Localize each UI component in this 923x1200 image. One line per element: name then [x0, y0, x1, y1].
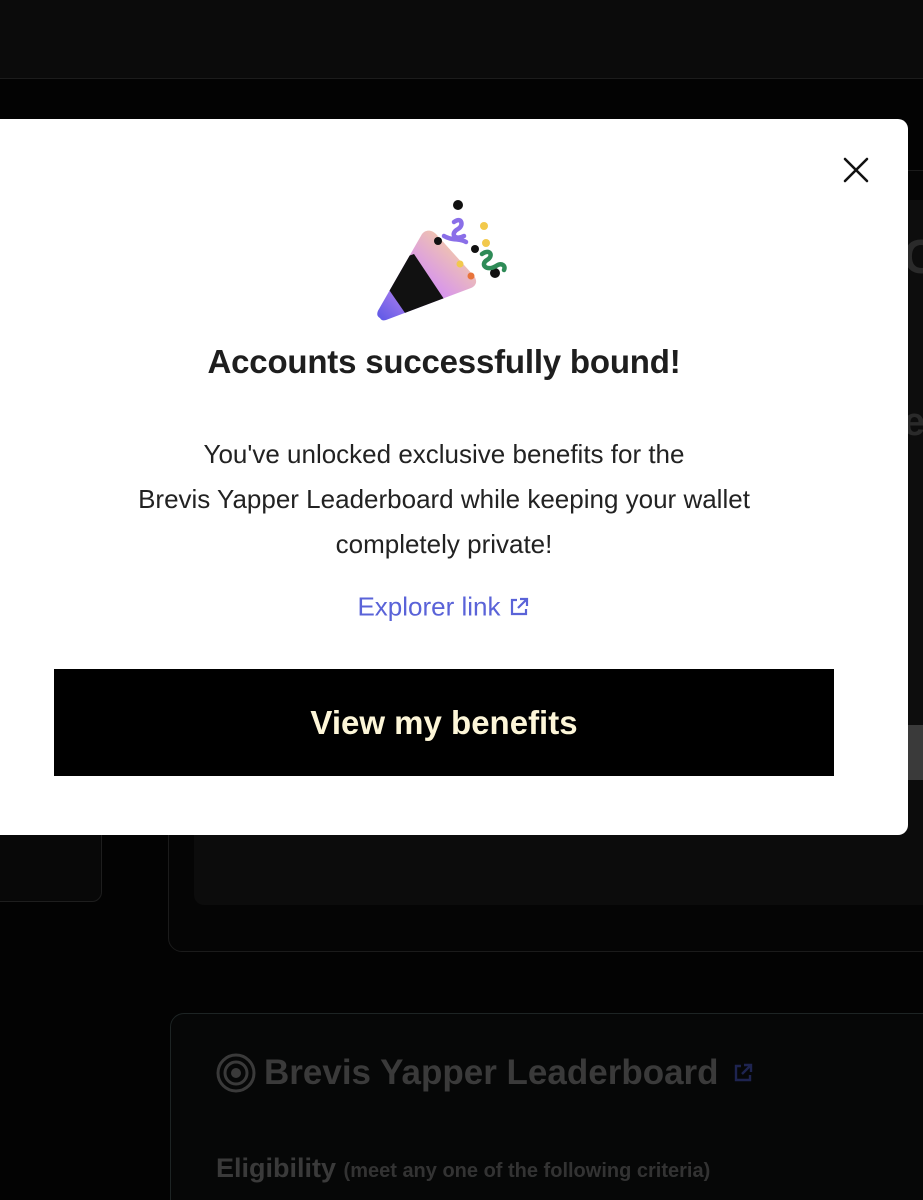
- modal-description-line: completely private!: [335, 529, 553, 559]
- eligibility-heading: Eligibility (meet any one of the followi…: [216, 1153, 710, 1184]
- party-popper-icon: [377, 200, 507, 321]
- page: C e Brevis Yapper Leaderboard Eligibilit…: [0, 0, 923, 1200]
- brevis-logo-icon: [216, 1053, 256, 1093]
- leaderboard-heading: Brevis Yapper Leaderboard: [216, 1053, 755, 1093]
- view-benefits-button[interactable]: View my benefits: [54, 669, 834, 776]
- eligibility-note: (meet any one of the following criteria): [343, 1160, 711, 1182]
- leaderboard-title: Brevis Yapper Leaderboard: [264, 1053, 719, 1092]
- modal-title: Accounts successfully bound!: [207, 343, 681, 380]
- external-link-icon[interactable]: [731, 1061, 755, 1085]
- explorer-link-label: Explorer link: [357, 591, 501, 622]
- top-navigation-bar: [0, 0, 923, 79]
- modal-description: You've unlocked exclusive benefits for t…: [60, 432, 828, 567]
- explorer-link[interactable]: Explorer link: [0, 590, 888, 623]
- close-icon: [843, 157, 869, 183]
- eligibility-label: Eligibility: [216, 1153, 337, 1183]
- modal-description-line: Brevis Yapper Leaderboard while keeping …: [138, 484, 750, 514]
- external-link-icon: [510, 598, 528, 616]
- close-button[interactable]: [838, 152, 874, 188]
- modal-description-line: You've unlocked exclusive benefits for t…: [203, 439, 685, 469]
